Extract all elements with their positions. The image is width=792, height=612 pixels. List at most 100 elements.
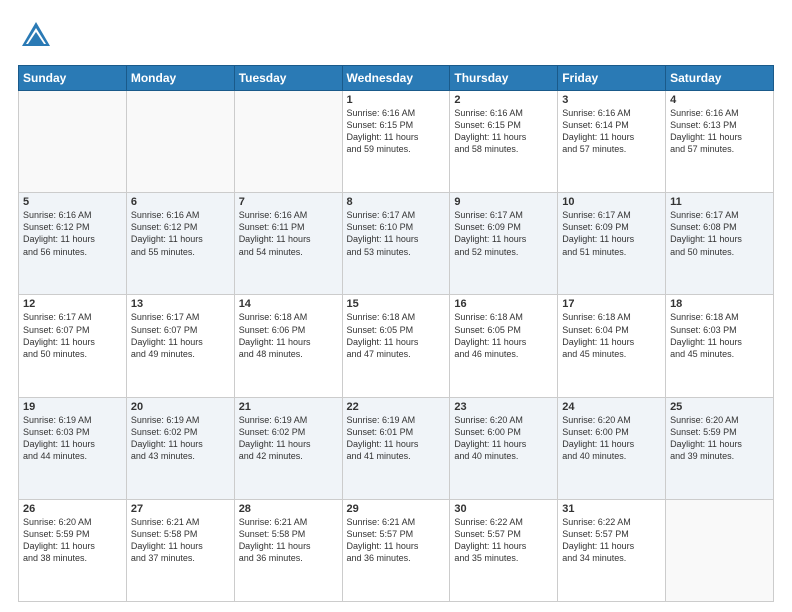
calendar-cell: 23Sunrise: 6:20 AM Sunset: 6:00 PM Dayli… <box>450 397 558 499</box>
day-info: Sunrise: 6:22 AM Sunset: 5:57 PM Dayligh… <box>454 516 553 565</box>
calendar-week-2: 5Sunrise: 6:16 AM Sunset: 6:12 PM Daylig… <box>19 193 774 295</box>
day-info: Sunrise: 6:20 AM Sunset: 6:00 PM Dayligh… <box>562 414 661 463</box>
day-number: 16 <box>454 298 553 310</box>
day-info: Sunrise: 6:22 AM Sunset: 5:57 PM Dayligh… <box>562 516 661 565</box>
day-info: Sunrise: 6:18 AM Sunset: 6:05 PM Dayligh… <box>454 311 553 360</box>
day-number: 26 <box>23 503 122 515</box>
day-info: Sunrise: 6:20 AM Sunset: 6:00 PM Dayligh… <box>454 414 553 463</box>
day-info: Sunrise: 6:17 AM Sunset: 6:07 PM Dayligh… <box>23 311 122 360</box>
day-number: 24 <box>562 401 661 413</box>
calendar-cell: 14Sunrise: 6:18 AM Sunset: 6:06 PM Dayli… <box>234 295 342 397</box>
calendar-cell <box>19 91 127 193</box>
day-info: Sunrise: 6:18 AM Sunset: 6:03 PM Dayligh… <box>670 311 769 360</box>
day-number: 3 <box>562 94 661 106</box>
calendar-cell: 15Sunrise: 6:18 AM Sunset: 6:05 PM Dayli… <box>342 295 450 397</box>
day-number: 18 <box>670 298 769 310</box>
day-info: Sunrise: 6:16 AM Sunset: 6:12 PM Dayligh… <box>23 209 122 258</box>
day-header-monday: Monday <box>126 66 234 91</box>
calendar-week-3: 12Sunrise: 6:17 AM Sunset: 6:07 PM Dayli… <box>19 295 774 397</box>
day-info: Sunrise: 6:16 AM Sunset: 6:15 PM Dayligh… <box>347 107 446 156</box>
day-number: 11 <box>670 196 769 208</box>
calendar-cell: 21Sunrise: 6:19 AM Sunset: 6:02 PM Dayli… <box>234 397 342 499</box>
day-number: 23 <box>454 401 553 413</box>
calendar-cell: 19Sunrise: 6:19 AM Sunset: 6:03 PM Dayli… <box>19 397 127 499</box>
day-header-thursday: Thursday <box>450 66 558 91</box>
calendar-cell: 1Sunrise: 6:16 AM Sunset: 6:15 PM Daylig… <box>342 91 450 193</box>
day-number: 10 <box>562 196 661 208</box>
day-number: 5 <box>23 196 122 208</box>
day-number: 12 <box>23 298 122 310</box>
calendar-week-1: 1Sunrise: 6:16 AM Sunset: 6:15 PM Daylig… <box>19 91 774 193</box>
day-number: 27 <box>131 503 230 515</box>
day-header-friday: Friday <box>558 66 666 91</box>
calendar-cell: 16Sunrise: 6:18 AM Sunset: 6:05 PM Dayli… <box>450 295 558 397</box>
calendar-cell: 18Sunrise: 6:18 AM Sunset: 6:03 PM Dayli… <box>666 295 774 397</box>
calendar-cell: 28Sunrise: 6:21 AM Sunset: 5:58 PM Dayli… <box>234 499 342 601</box>
calendar-cell: 2Sunrise: 6:16 AM Sunset: 6:15 PM Daylig… <box>450 91 558 193</box>
logo <box>18 18 58 59</box>
calendar-cell: 26Sunrise: 6:20 AM Sunset: 5:59 PM Dayli… <box>19 499 127 601</box>
day-header-sunday: Sunday <box>19 66 127 91</box>
day-number: 21 <box>239 401 338 413</box>
calendar-cell <box>126 91 234 193</box>
day-number: 15 <box>347 298 446 310</box>
calendar-cell: 25Sunrise: 6:20 AM Sunset: 5:59 PM Dayli… <box>666 397 774 499</box>
calendar-cell <box>666 499 774 601</box>
calendar-cell: 22Sunrise: 6:19 AM Sunset: 6:01 PM Dayli… <box>342 397 450 499</box>
day-info: Sunrise: 6:19 AM Sunset: 6:01 PM Dayligh… <box>347 414 446 463</box>
day-info: Sunrise: 6:19 AM Sunset: 6:03 PM Dayligh… <box>23 414 122 463</box>
day-header-wednesday: Wednesday <box>342 66 450 91</box>
day-number: 9 <box>454 196 553 208</box>
calendar-week-4: 19Sunrise: 6:19 AM Sunset: 6:03 PM Dayli… <box>19 397 774 499</box>
calendar-cell: 20Sunrise: 6:19 AM Sunset: 6:02 PM Dayli… <box>126 397 234 499</box>
day-info: Sunrise: 6:17 AM Sunset: 6:07 PM Dayligh… <box>131 311 230 360</box>
calendar-cell: 5Sunrise: 6:16 AM Sunset: 6:12 PM Daylig… <box>19 193 127 295</box>
day-number: 7 <box>239 196 338 208</box>
day-info: Sunrise: 6:21 AM Sunset: 5:57 PM Dayligh… <box>347 516 446 565</box>
day-info: Sunrise: 6:18 AM Sunset: 6:05 PM Dayligh… <box>347 311 446 360</box>
calendar-header-row: SundayMondayTuesdayWednesdayThursdayFrid… <box>19 66 774 91</box>
day-info: Sunrise: 6:16 AM Sunset: 6:13 PM Dayligh… <box>670 107 769 156</box>
day-info: Sunrise: 6:19 AM Sunset: 6:02 PM Dayligh… <box>239 414 338 463</box>
calendar-cell: 12Sunrise: 6:17 AM Sunset: 6:07 PM Dayli… <box>19 295 127 397</box>
day-number: 17 <box>562 298 661 310</box>
calendar-week-5: 26Sunrise: 6:20 AM Sunset: 5:59 PM Dayli… <box>19 499 774 601</box>
day-info: Sunrise: 6:17 AM Sunset: 6:09 PM Dayligh… <box>454 209 553 258</box>
calendar-cell: 30Sunrise: 6:22 AM Sunset: 5:57 PM Dayli… <box>450 499 558 601</box>
day-info: Sunrise: 6:18 AM Sunset: 6:04 PM Dayligh… <box>562 311 661 360</box>
day-info: Sunrise: 6:16 AM Sunset: 6:11 PM Dayligh… <box>239 209 338 258</box>
day-number: 6 <box>131 196 230 208</box>
day-header-saturday: Saturday <box>666 66 774 91</box>
day-number: 31 <box>562 503 661 515</box>
calendar-cell: 24Sunrise: 6:20 AM Sunset: 6:00 PM Dayli… <box>558 397 666 499</box>
day-number: 25 <box>670 401 769 413</box>
day-info: Sunrise: 6:21 AM Sunset: 5:58 PM Dayligh… <box>131 516 230 565</box>
day-number: 28 <box>239 503 338 515</box>
day-info: Sunrise: 6:16 AM Sunset: 6:14 PM Dayligh… <box>562 107 661 156</box>
day-number: 8 <box>347 196 446 208</box>
day-info: Sunrise: 6:17 AM Sunset: 6:10 PM Dayligh… <box>347 209 446 258</box>
calendar-table: SundayMondayTuesdayWednesdayThursdayFrid… <box>18 65 774 602</box>
day-number: 29 <box>347 503 446 515</box>
day-info: Sunrise: 6:21 AM Sunset: 5:58 PM Dayligh… <box>239 516 338 565</box>
day-number: 30 <box>454 503 553 515</box>
day-number: 1 <box>347 94 446 106</box>
day-info: Sunrise: 6:20 AM Sunset: 5:59 PM Dayligh… <box>670 414 769 463</box>
day-header-tuesday: Tuesday <box>234 66 342 91</box>
calendar-cell: 9Sunrise: 6:17 AM Sunset: 6:09 PM Daylig… <box>450 193 558 295</box>
day-info: Sunrise: 6:16 AM Sunset: 6:12 PM Dayligh… <box>131 209 230 258</box>
day-number: 2 <box>454 94 553 106</box>
page: SundayMondayTuesdayWednesdayThursdayFrid… <box>0 0 792 612</box>
day-number: 19 <box>23 401 122 413</box>
calendar-cell: 29Sunrise: 6:21 AM Sunset: 5:57 PM Dayli… <box>342 499 450 601</box>
calendar-cell: 4Sunrise: 6:16 AM Sunset: 6:13 PM Daylig… <box>666 91 774 193</box>
day-number: 4 <box>670 94 769 106</box>
header <box>18 18 774 59</box>
day-info: Sunrise: 6:20 AM Sunset: 5:59 PM Dayligh… <box>23 516 122 565</box>
day-number: 22 <box>347 401 446 413</box>
calendar-cell: 6Sunrise: 6:16 AM Sunset: 6:12 PM Daylig… <box>126 193 234 295</box>
calendar-cell: 10Sunrise: 6:17 AM Sunset: 6:09 PM Dayli… <box>558 193 666 295</box>
day-info: Sunrise: 6:17 AM Sunset: 6:08 PM Dayligh… <box>670 209 769 258</box>
calendar-cell: 13Sunrise: 6:17 AM Sunset: 6:07 PM Dayli… <box>126 295 234 397</box>
day-info: Sunrise: 6:16 AM Sunset: 6:15 PM Dayligh… <box>454 107 553 156</box>
